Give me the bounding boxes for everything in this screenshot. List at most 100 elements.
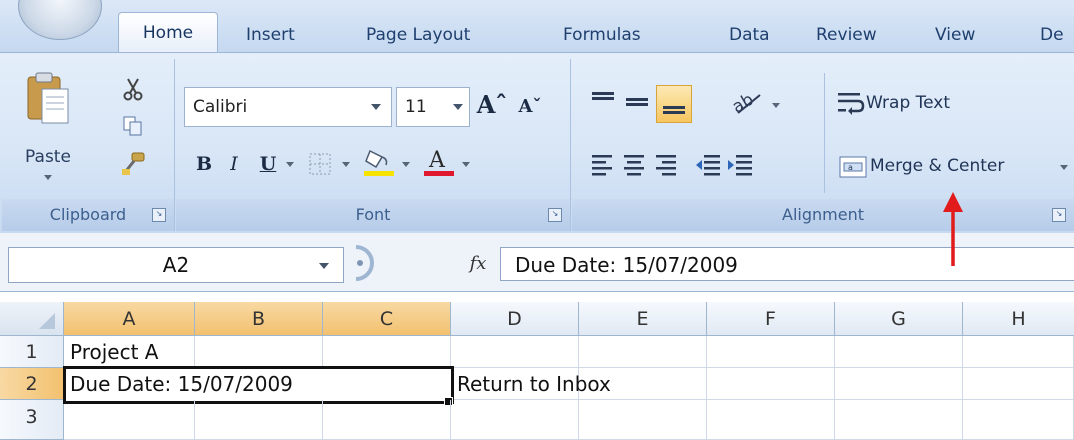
align-left-icon[interactable] <box>590 151 616 179</box>
paste-button[interactable]: Paste <box>10 67 86 187</box>
cell-c3[interactable] <box>323 400 451 440</box>
column-header-b[interactable]: B <box>195 302 323 336</box>
cell-d3[interactable] <box>451 400 579 440</box>
clipboard-dialog-launcher[interactable]: ↘ <box>152 208 166 222</box>
tab-home[interactable]: Home <box>118 12 218 55</box>
insert-function-button[interactable]: fx <box>460 247 496 281</box>
worksheet-grid: A B C D E F G H 1 2 3 Project A Due Date… <box>0 292 1074 440</box>
orientation-dropdown-arrow[interactable] <box>772 103 780 108</box>
copy-icon[interactable] <box>122 115 144 137</box>
column-header-e[interactable]: E <box>579 302 707 336</box>
middle-align-icon[interactable] <box>622 87 652 117</box>
cell-h3[interactable] <box>963 400 1074 440</box>
ribbon-tab-bar: Home Insert Page Layout Formulas Data Re… <box>0 0 1074 55</box>
grow-font-button[interactable]: Aˆ <box>474 85 510 125</box>
borders-dropdown-arrow[interactable] <box>342 162 350 167</box>
cell-f2[interactable] <box>707 368 835 400</box>
cell-e2[interactable] <box>579 368 707 400</box>
cell-h2[interactable] <box>963 368 1074 400</box>
paste-label: Paste <box>25 147 71 167</box>
top-align-icon[interactable] <box>588 87 618 117</box>
paste-dropdown-arrow[interactable] <box>44 175 52 180</box>
cell-b3[interactable] <box>195 400 323 440</box>
alignment-dialog-launcher[interactable]: ↘ <box>1052 208 1066 222</box>
orientation-icon[interactable]: ab <box>730 87 770 117</box>
row-header-2[interactable]: 2 <box>0 368 64 400</box>
decrease-indent-icon[interactable] <box>694 151 722 179</box>
cut-icon[interactable] <box>122 77 144 101</box>
tab-insert[interactable]: Insert <box>246 18 295 52</box>
cell-e1[interactable] <box>579 336 707 368</box>
name-box[interactable]: A2 <box>8 247 344 283</box>
increase-indent-icon[interactable] <box>726 151 754 179</box>
clipboard-group: Paste Clipboard ↘ <box>2 59 175 231</box>
cell-b1[interactable] <box>195 336 323 368</box>
cell-g1[interactable] <box>835 336 963 368</box>
merge-center-label: Merge & Center <box>870 156 1005 176</box>
cell-c1[interactable] <box>323 336 451 368</box>
font-size-box[interactable]: 11 <box>396 87 470 127</box>
font-size-value: 11 <box>405 97 427 117</box>
cell-f1[interactable] <box>707 336 835 368</box>
italic-button[interactable]: I <box>220 147 248 181</box>
column-header-a[interactable]: A <box>64 302 195 336</box>
font-color-icon[interactable]: A <box>422 147 456 177</box>
merge-center-button[interactable]: a Merge & Center <box>834 151 1074 185</box>
formula-input[interactable]: Due Date: 15/07/2009 <box>500 247 1074 281</box>
row-header-3[interactable]: 3 <box>0 400 64 440</box>
select-all-button[interactable] <box>0 302 64 336</box>
cell-a1[interactable]: Project A <box>64 336 195 368</box>
cell-e3[interactable] <box>579 400 707 440</box>
cell-f3[interactable] <box>707 400 835 440</box>
font-group: Calibri 11 Aˆ Aˇ B I U A Font ↘ <box>176 59 571 231</box>
cell-d1[interactable] <box>451 336 579 368</box>
row-header-1[interactable]: 1 <box>0 336 64 368</box>
column-header-h[interactable]: H <box>963 302 1074 336</box>
tab-formulas[interactable]: Formulas <box>563 18 641 52</box>
font-dialog-launcher[interactable]: ↘ <box>548 208 562 222</box>
name-box-dropdown-arrow[interactable] <box>319 263 329 269</box>
underline-dropdown-arrow[interactable] <box>286 162 294 167</box>
cell-a3[interactable] <box>64 400 195 440</box>
tab-data[interactable]: Data <box>729 18 770 52</box>
active-cell-selection <box>63 366 454 404</box>
select-all-icon <box>39 313 55 329</box>
name-box-value: A2 <box>162 253 190 277</box>
column-header-c[interactable]: C <box>323 302 451 336</box>
font-name-dropdown-arrow[interactable] <box>371 104 381 110</box>
tab-page-layout[interactable]: Page Layout <box>366 18 470 52</box>
merge-center-icon: a <box>839 156 867 178</box>
bottom-align-button[interactable] <box>656 85 692 123</box>
fx-icon: fx <box>469 253 487 274</box>
tab-view[interactable]: View <box>935 18 975 52</box>
font-color-dropdown-arrow[interactable] <box>462 162 470 167</box>
wrap-text-icon <box>838 93 865 115</box>
tab-review[interactable]: Review <box>816 18 877 52</box>
red-arrow-icon <box>943 192 963 266</box>
svg-text:A: A <box>428 148 446 173</box>
cell-g3[interactable] <box>835 400 963 440</box>
shrink-font-button[interactable]: Aˇ <box>514 89 546 125</box>
fill-color-dropdown-arrow[interactable] <box>402 162 410 167</box>
office-button[interactable] <box>18 0 102 40</box>
formula-bar: A2 fx Due Date: 15/07/2009 <box>0 233 1074 292</box>
column-header-f[interactable]: F <box>707 302 835 336</box>
borders-icon[interactable] <box>306 151 336 177</box>
tab-developer[interactable]: De <box>1040 18 1064 52</box>
bold-button[interactable]: B <box>190 147 218 181</box>
svg-text:ab: ab <box>730 90 757 117</box>
wrap-text-button[interactable]: Wrap Text <box>834 89 994 123</box>
font-name-box[interactable]: Calibri <box>184 87 392 127</box>
merge-center-dropdown-arrow[interactable] <box>1060 165 1068 170</box>
font-size-dropdown-arrow[interactable] <box>453 104 463 110</box>
cell-g2[interactable] <box>835 368 963 400</box>
cell-h1[interactable] <box>963 336 1074 368</box>
column-header-d[interactable]: D <box>451 302 579 336</box>
align-right-icon[interactable] <box>654 151 680 179</box>
column-header-g[interactable]: G <box>835 302 963 336</box>
underline-button[interactable]: U <box>254 147 282 181</box>
format-painter-icon[interactable] <box>120 151 146 177</box>
cell-d2[interactable]: Return to Inbox <box>451 368 611 400</box>
align-center-icon[interactable] <box>622 151 648 179</box>
fill-color-icon[interactable] <box>362 147 396 177</box>
